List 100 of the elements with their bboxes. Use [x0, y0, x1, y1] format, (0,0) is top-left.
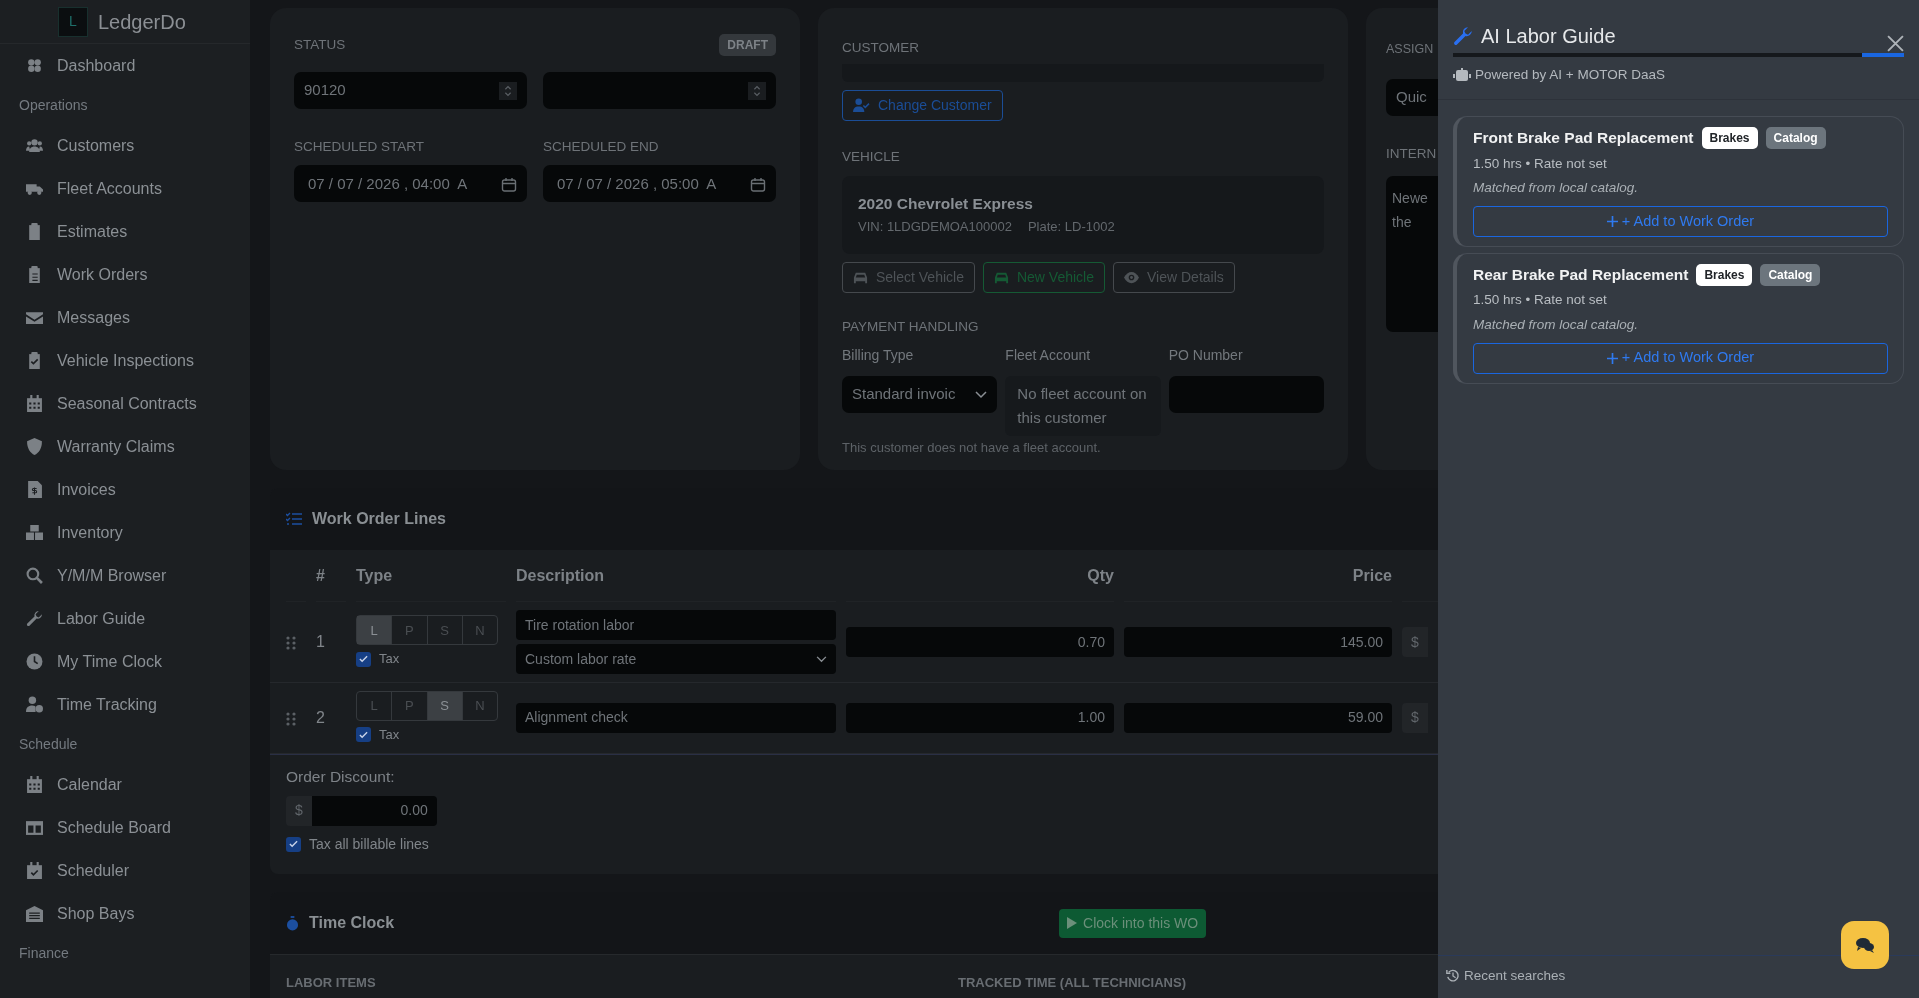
number-field[interactable]: 90120 [294, 72, 527, 109]
brand-name: LedgerDo [98, 9, 186, 35]
people-icon [26, 137, 43, 154]
wrench-icon [26, 610, 43, 627]
shield-icon [26, 438, 43, 455]
sidebar-item[interactable]: Shop Bays [0, 892, 250, 935]
clipboard-check-icon [26, 352, 43, 369]
clock-in-button[interactable]: Clock into this WO [1059, 908, 1207, 938]
sidebar-item[interactable]: Work Orders [0, 253, 250, 296]
currency-label: $ [1402, 702, 1428, 733]
field-label: SCHEDULED END [543, 138, 660, 156]
envelope-icon [26, 309, 43, 326]
qty-field[interactable]: 0.70 [846, 627, 1114, 657]
section-heading: Schedule [18, 735, 79, 754]
sidebar-item[interactable]: Estimates [0, 210, 250, 253]
field-label: Order Discount: [286, 766, 396, 787]
spinner-icon[interactable] [748, 81, 766, 100]
stopwatch-icon [286, 915, 299, 931]
add-to-work-order-button[interactable]: + Add to Work Order [1473, 342, 1888, 374]
sidebar-item[interactable]: Calendar [0, 763, 250, 806]
section-heading: Operations [18, 96, 89, 115]
tag: Brakes [1701, 126, 1758, 149]
scrollbar[interactable] [1453, 53, 1904, 57]
column-header: Price [1352, 565, 1392, 586]
sidebar-item[interactable]: Customers [0, 124, 250, 167]
chat-button[interactable] [1841, 921, 1889, 969]
spinner-icon[interactable] [499, 81, 517, 100]
description-field[interactable]: Alignment check [516, 702, 836, 733]
sidebar-item[interactable]: Vehicle Inspections [0, 339, 250, 382]
logo: L [58, 6, 88, 37]
calendar-icon[interactable] [750, 176, 766, 193]
tag: Catalog [1765, 126, 1826, 149]
rate-select[interactable]: Custom labor rate [516, 644, 836, 674]
sidebar-item[interactable]: Y/M/M Browser [0, 554, 250, 597]
vin-text: VIN: 1LDGDEMOA100002 [858, 217, 1012, 236]
vehicle-name: 2020 Chevrolet Express [858, 193, 1034, 214]
checkbox[interactable] [356, 727, 371, 743]
field-label: ASSIGN [1386, 41, 1435, 58]
field-label: Fleet Account [1005, 345, 1092, 365]
discount-field[interactable]: 0.00 [311, 795, 437, 826]
chat-icon [1855, 937, 1875, 953]
powered-by-text: Powered by AI + MOTOR DaaS [1475, 66, 1665, 84]
price-field[interactable]: 145.00 [1124, 627, 1392, 657]
checkbox[interactable] [286, 836, 301, 852]
column-header: TRACKED TIME (ALL TECHNICIANS) [958, 974, 1186, 992]
sidebar-item[interactable]: Scheduler [0, 849, 250, 892]
checkbox-label: Tax [379, 726, 400, 744]
history-icon [1446, 968, 1460, 983]
datetime-field[interactable]: 07 / 07 / 2026 , 04:00 A [294, 165, 527, 203]
recent-searches-link[interactable]: Recent searches [1464, 965, 1566, 986]
price-field[interactable]: 59.00 [1124, 702, 1392, 733]
sidebar-item[interactable]: Dashboard [0, 44, 250, 87]
result-note: Matched from local catalog. [1473, 315, 1640, 334]
search-icon [26, 567, 43, 584]
add-to-work-order-button[interactable]: + Add to Work Order [1473, 206, 1888, 237]
sidebar-item[interactable]: Invoices [0, 468, 250, 511]
result-meta: 1.50 hrs • Rate not set [1473, 154, 1608, 173]
board-icon [26, 819, 43, 836]
sidebar-item[interactable]: Schedule Board [0, 806, 250, 849]
drag-handle-icon[interactable] [286, 711, 296, 726]
chevron-down-icon [816, 656, 827, 664]
number-field[interactable] [543, 72, 776, 109]
boxes-icon [26, 524, 43, 541]
calendar-icon[interactable] [501, 176, 517, 193]
billing-type-select[interactable]: Standard invoic [842, 375, 998, 413]
user-clock-icon [26, 696, 43, 713]
sidebar-item[interactable]: Seasonal Contracts [0, 382, 250, 425]
sidebar-item[interactable]: Labor Guide [0, 597, 250, 640]
notes-field[interactable]: Newe the [1386, 176, 1438, 332]
sidebar-item[interactable]: Messages [0, 296, 250, 339]
row-number: 1 [316, 633, 325, 650]
description-field[interactable]: Tire rotation labor [516, 610, 836, 640]
status-badge: DRAFT [719, 34, 776, 56]
section-heading: Finance [18, 944, 70, 963]
checkbox-label: Tax [379, 650, 400, 669]
field-label: PAYMENT HANDLING [842, 317, 980, 336]
clipboard-list-icon [26, 266, 43, 283]
warehouse-icon [26, 905, 43, 922]
checkbox[interactable] [356, 651, 371, 667]
datetime-field[interactable]: 07 / 07 / 2026 , 05:00 A [543, 165, 776, 203]
quick-select[interactable]: Quic [1386, 78, 1438, 116]
type-toggle[interactable]: S [427, 692, 463, 720]
drag-handle-icon[interactable] [286, 635, 296, 650]
eye-icon [1124, 269, 1139, 285]
field-label: CUSTOMER [842, 39, 920, 57]
tag: Brakes [1696, 263, 1753, 286]
sidebar-item[interactable]: Time Tracking [0, 683, 250, 726]
column-header: Qty [1087, 565, 1114, 586]
column-header: LABOR ITEMS [286, 974, 377, 992]
type-toggle[interactable]: L [357, 616, 393, 645]
plus-icon [1606, 216, 1618, 227]
sidebar-item[interactable]: My Time Clock [0, 640, 250, 683]
play-icon [1067, 917, 1078, 929]
check-icon [359, 730, 368, 739]
qty-field[interactable]: 1.00 [846, 702, 1114, 733]
sidebar-item[interactable]: Inventory [0, 511, 250, 554]
clock-icon [26, 653, 43, 670]
robot-icon [1453, 68, 1471, 83]
sidebar-item[interactable]: Warranty Claims [0, 425, 250, 468]
sidebar-item[interactable]: Fleet Accounts [0, 167, 250, 210]
